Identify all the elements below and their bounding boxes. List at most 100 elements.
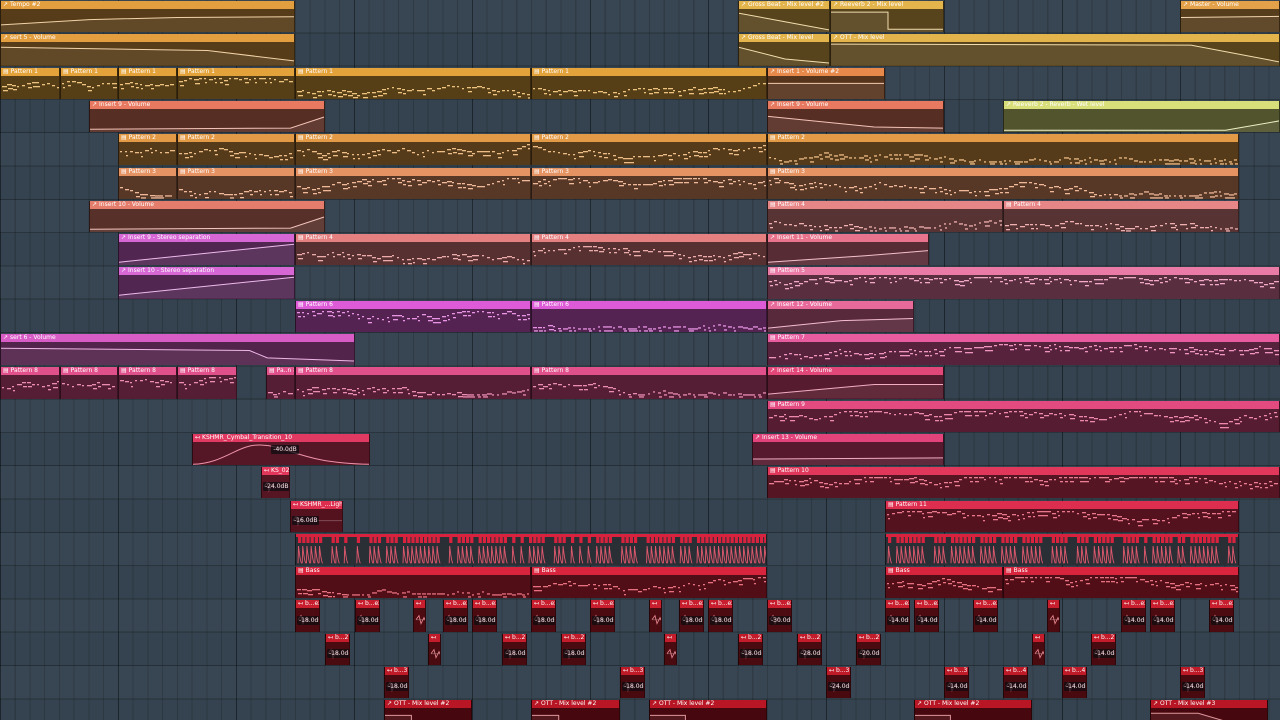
clip-title-bar[interactable]: ▤ Pattern 4	[532, 234, 766, 243]
clip-title-bar[interactable]: ↤ KS_02	[262, 467, 289, 476]
automation-clip[interactable]: ↗ Tempo #2	[0, 1, 295, 33]
audio-clip[interactable]: ↤b...ex -18.0dB	[590, 600, 615, 632]
clip-title-bar[interactable]: ▤ Pattern 2	[768, 134, 1238, 143]
clip-title-bar[interactable]: ↗ Insert 13 - Volume	[753, 433, 943, 442]
clip-title-bar[interactable]: ▤ Pattern 2	[178, 134, 294, 143]
automation-clip[interactable]: ↗ Gross Beat - Mix level	[738, 34, 830, 66]
audio-clip[interactable]: ↤b...ex -14.0dB	[973, 600, 998, 632]
pattern-clip[interactable]: ▤ Pattern 5	[767, 267, 1280, 299]
audio-clip[interactable]: ↤b...ex -14.0dB	[1150, 600, 1175, 632]
clip-title-bar[interactable]: ↤ b...3	[1181, 667, 1204, 675]
clip-title-bar[interactable]: ▤ Pattern 4	[768, 200, 1002, 209]
pattern-clip[interactable]: ▤ Bass	[885, 567, 1003, 599]
automation-clip[interactable]: ↗ Insert 11 - Volume	[767, 234, 929, 266]
clip-title-bar[interactable]: ▤ Pattern 1	[119, 67, 176, 76]
automation-clip[interactable]: ↗ Insert 13 - Volume	[752, 433, 944, 466]
clip-title-bar[interactable]: ↗ Insert 11 - Volume	[768, 234, 928, 243]
clip-title-bar[interactable]: ▤ Pattern 8	[178, 367, 236, 376]
pattern-clip[interactable]: ▤ Pattern 6	[295, 300, 531, 332]
audio-clip[interactable]: ↤b...ex -18.0dB	[443, 600, 468, 632]
pattern-clip[interactable]: ▤ Pattern 4	[1003, 200, 1239, 233]
clip-title-bar[interactable]: ↤b...ex	[532, 600, 555, 609]
audio-clip[interactable]: ↤ KS_02 -24.0dB	[261, 467, 290, 499]
pattern-clip[interactable]: ▤ Pattern 4	[531, 234, 767, 266]
pattern-clip[interactable]: ▤ Pattern 3	[118, 167, 177, 199]
pattern-clip[interactable]: ▤ Pattern 1	[177, 67, 295, 99]
audio-clip[interactable]: ↤b...2 -18.0dB	[738, 633, 763, 665]
audio-clip[interactable]: ↤b...ex -18.0dB	[679, 600, 704, 632]
automation-clip[interactable]: ↗ OTT - Mix level	[830, 34, 1280, 66]
clip-title-bar[interactable]: ▤Pa..n 8	[267, 367, 294, 376]
clip-title-bar[interactable]: ▤ Pattern 3	[768, 167, 1238, 176]
audio-clip[interactable]: ↤	[413, 600, 426, 632]
audio-clip[interactable]: ↤b...3 -14.0dB	[944, 667, 969, 699]
audio-clip[interactable]: ↤b...ex -30.0dB	[767, 600, 792, 632]
audio-clip[interactable]: ↤b...ex -14.0dB	[1121, 600, 1146, 632]
pattern-clip[interactable]: ▤ Pattern 8	[0, 367, 60, 399]
clip-title-bar[interactable]: ↤	[665, 633, 676, 642]
clip-title-bar[interactable]: ▤ Pattern 8	[61, 367, 117, 376]
clip-title-bar[interactable]: ↤ b...2	[1092, 633, 1115, 642]
automation-clip[interactable]: ↗ Insert 9 - Volume	[89, 100, 325, 133]
pattern-clip[interactable]: ▤ Pattern 3	[767, 167, 1239, 199]
clip-title-bar[interactable]: ↗ Insert 10 - Stereo separation	[119, 267, 294, 276]
clip-title-bar[interactable]: ↗ Reeverb 2 - Reverb - Wet level	[1004, 100, 1279, 109]
clip-title-bar[interactable]: ↤b...ex	[974, 600, 997, 609]
pattern-clip[interactable]: ▤ Pattern 2	[118, 134, 177, 166]
clip-title-bar[interactable]: ▤ Pattern 2	[532, 134, 766, 143]
clip-title-bar[interactable]: ↤b...ex	[591, 600, 614, 609]
audio-clip[interactable]: ↤b...4 -14.0dB	[1062, 667, 1087, 699]
pattern-clip[interactable]: ▤ Pattern 7	[767, 334, 1280, 366]
audio-clip[interactable]: ↤b...4 -14.0dB	[1003, 667, 1028, 699]
clip-title-bar[interactable]: ↗ Insert 9 - Volume	[768, 100, 943, 109]
automation-clip[interactable]: ↗ sert 6 - Volume	[0, 334, 355, 366]
audio-clip[interactable]: ↤b...ex -18.0dB	[708, 600, 733, 632]
clip-title-bar[interactable]: ↗ Gross Beat - Mix level #2	[739, 1, 829, 9]
clip-title-bar[interactable]: ↤ KSHMR_...Light	[291, 500, 342, 509]
pattern-clip[interactable]: ▤ Pattern 11	[885, 500, 1239, 532]
automation-clip[interactable]: ↗ Gross Beat - Mix level #2	[738, 1, 830, 33]
pattern-clip[interactable]: ▤ Pattern 3	[177, 167, 295, 199]
audio-clip[interactable]: ↤b...3 -24.0dB	[826, 667, 851, 699]
clip-title-bar[interactable]: ▤ Pattern 4	[1004, 200, 1238, 209]
clip-title-bar[interactable]: ↤	[429, 633, 440, 642]
audio-clip[interactable]: ↤b...2 -20.0dB	[856, 633, 881, 665]
pattern-clip[interactable]: ▤ Pattern 1	[60, 67, 118, 99]
clip-title-bar[interactable]: ↤b...ex	[886, 600, 909, 609]
clip-title-bar[interactable]: ▤ Pattern 3	[296, 167, 530, 176]
pattern-clip[interactable]: ▤ Pattern 8	[118, 367, 177, 399]
pattern-clip[interactable]: ▤ Pattern 1	[0, 67, 60, 99]
audio-clip[interactable]: ↤b...2 -18.0dB	[325, 633, 350, 665]
clip-title-bar[interactable]: ↗ Tempo #2	[1, 1, 294, 9]
clip-title-bar[interactable]: ▤ Pattern 1	[296, 67, 530, 76]
clip-title-bar[interactable]: ↗ Insert 10 - Volume	[90, 200, 324, 209]
clip-title-bar[interactable]: ▤ Pattern 11	[886, 500, 1238, 509]
clip-title-bar[interactable]: ↤ b...2	[798, 633, 821, 642]
clip-title-bar[interactable]: ↗ OTT - Mix level #2	[532, 700, 619, 709]
clip-title-bar[interactable]: ↤	[1033, 633, 1044, 642]
automation-clip[interactable]: ↗ Insert 12 - Volume	[767, 300, 914, 332]
automation-clip[interactable]: ↗ Reeverb 2 - Reverb - Wet level	[1003, 100, 1280, 133]
clip-title-bar[interactable]: ▤ Pattern 6	[532, 300, 766, 309]
clip-title-bar[interactable]: ↤b...ex	[709, 600, 732, 609]
clip-title-bar[interactable]: ▤ Pattern 8	[1, 367, 59, 376]
audio-clip[interactable]: ↤b...3 -18.0dB	[620, 667, 645, 699]
automation-clip[interactable]: ↗ OTT - Mix level #2	[531, 700, 620, 720]
pattern-clip[interactable]: ▤ Pattern 4	[295, 234, 531, 266]
clip-title-bar[interactable]: ▤ Pattern 9	[768, 400, 1279, 409]
clip-title-bar[interactable]: ↤b...ex	[444, 600, 467, 609]
clip-title-bar[interactable]: ↗ OTT - Mix level #3	[1151, 700, 1267, 709]
clip-title-bar[interactable]: ↤ b...2	[562, 633, 585, 642]
clip-title-bar[interactable]: ▤ Pattern 8	[532, 367, 766, 376]
clip-title-bar[interactable]: ▤ Pattern 3	[532, 167, 766, 176]
automation-clip[interactable]: ↗ OTT - Mix level #2	[649, 700, 767, 720]
audio-clip[interactable]: ↤ KSHMR_Cymbal_Transition_10 -40.0dB	[192, 433, 370, 466]
automation-clip[interactable]: ↗ OTT - Mix level #2	[384, 700, 472, 720]
automation-clip[interactable]: ↗ Insert 10 - Volume	[89, 200, 325, 233]
clip-title-bar[interactable]: ↗ OTT - Mix level	[831, 34, 1279, 43]
pattern-clip[interactable]: ▤ Pattern 8	[60, 367, 118, 399]
pattern-clip[interactable]: ▤ Pattern 9	[767, 400, 1280, 432]
audio-clip[interactable]: ↤b...ex -18.0dB	[472, 600, 497, 632]
clip-title-bar[interactable]: ↤b...ex	[1122, 600, 1145, 609]
clip-title-bar[interactable]: ↤	[1048, 600, 1059, 609]
